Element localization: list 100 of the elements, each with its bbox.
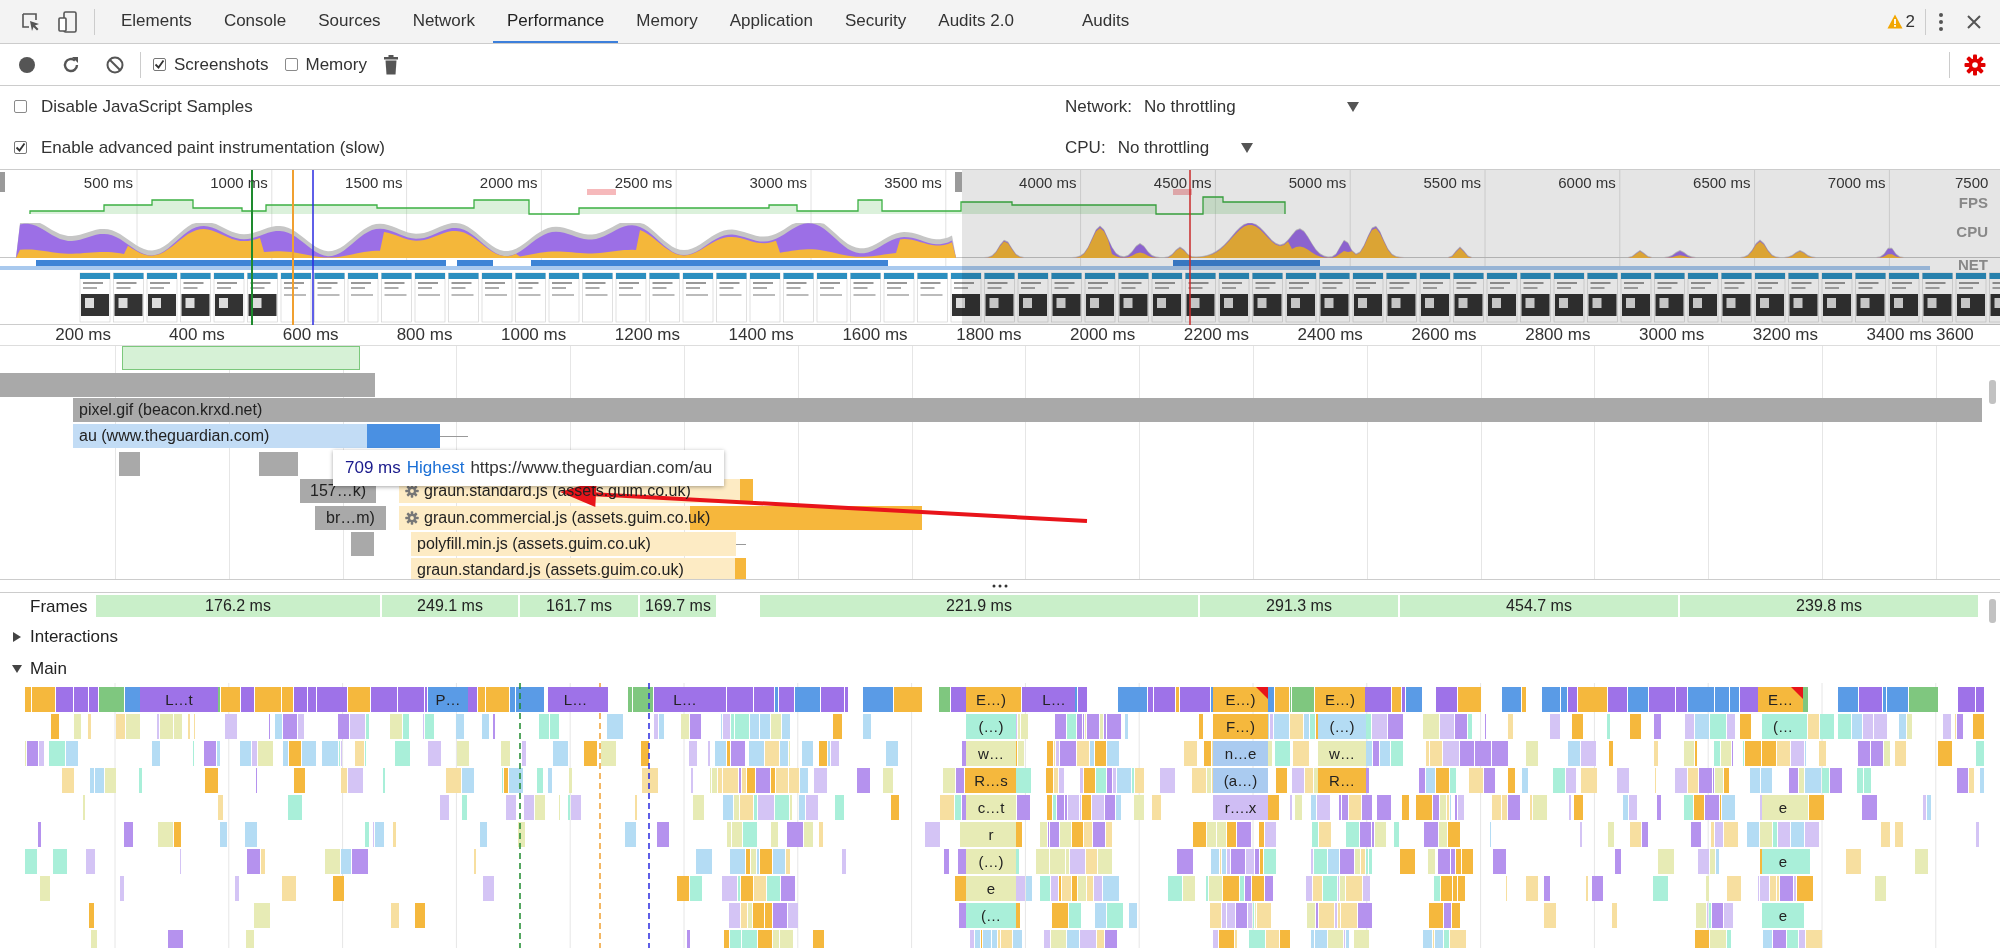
window-handle[interactable] <box>955 172 962 192</box>
checkbox[interactable] <box>153 58 166 71</box>
flame-chart-event[interactable]: E…) <box>1315 687 1365 712</box>
request-bar[interactable]: polyfill.min.js (assets.guim.co.uk) <box>411 532 736 556</box>
panel-tab[interactable]: Elements <box>107 0 206 43</box>
splitter-handle-icon[interactable] <box>992 584 1008 588</box>
tick-label: 4500 ms <box>1152 174 1212 191</box>
tick-label: 3500 ms <box>883 174 942 191</box>
flame-chart-event[interactable]: e <box>966 876 1016 901</box>
tick-label: 1400 ms <box>727 325 794 345</box>
request-bar[interactable]: pixel.gif (beacon.krxd.net) <box>73 398 1982 422</box>
request-bar[interactable]: graun.standard.js (assets.guim.co.uk) <box>411 558 746 579</box>
flame-chart-event[interactable]: w… <box>1318 741 1366 766</box>
flame-chart-event[interactable]: R…s <box>966 768 1016 793</box>
flame-chart-event[interactable]: (…) <box>966 849 1016 874</box>
frame-duration[interactable]: 249.1 ms <box>382 595 518 617</box>
panel-tab[interactable]: Memory <box>622 0 712 43</box>
flame-chart-event[interactable]: r….x <box>1213 795 1268 820</box>
clear-icon[interactable] <box>106 55 124 74</box>
window-handle[interactable] <box>0 172 5 192</box>
panel-tab[interactable]: Application <box>715 0 827 43</box>
tick-label: 2500 ms <box>613 174 673 191</box>
tick-label: 5500 ms <box>1422 174 1481 191</box>
scrollbar-thumb[interactable] <box>1989 599 1996 623</box>
lane-label: NET <box>1958 256 1988 273</box>
more-icon[interactable] <box>1938 11 1944 32</box>
tick-label: 5000 ms <box>1287 174 1347 191</box>
frame-duration[interactable]: 291.3 ms <box>1200 595 1398 617</box>
flame-chart-event[interactable]: R… <box>1318 768 1366 793</box>
panel-tab[interactable]: Audits <box>1067 0 1144 43</box>
trash-icon[interactable] <box>382 54 399 75</box>
tick-label: 6500 ms <box>1692 174 1751 191</box>
frame-duration[interactable]: 161.7 ms <box>520 595 638 617</box>
setting-label: CPU: <box>1065 137 1106 158</box>
flame-chart-event[interactable]: E…) <box>1213 687 1268 712</box>
checkbox[interactable] <box>14 141 27 154</box>
expand-triangle-icon[interactable] <box>12 632 22 642</box>
panel-tab[interactable]: Console <box>209 0 301 43</box>
panel-tab[interactable]: Performance <box>493 0 619 43</box>
frame-duration[interactable]: 221.9 ms <box>760 595 1198 617</box>
panel-tab[interactable]: Security <box>830 0 921 43</box>
track-label: Main <box>30 659 67 679</box>
flame-chart-event[interactable]: n…e <box>1213 741 1268 766</box>
tick-label: 1000 ms <box>500 325 567 345</box>
record-icon[interactable] <box>18 55 36 74</box>
warning-icon <box>1886 14 1903 29</box>
request-bar[interactable]: br…m) <box>315 506 386 530</box>
warnings-button[interactable]: 2 <box>1886 0 1925 43</box>
panel-tab[interactable]: Network <box>398 0 489 43</box>
flame-chart-event[interactable]: (…) <box>1318 714 1366 739</box>
track-label: Interactions <box>30 627 118 647</box>
flame-chart-event[interactable]: e <box>1762 903 1804 928</box>
tooltip-duration: 709 ms <box>345 458 401 478</box>
tick-label: 3000 ms <box>1638 325 1705 345</box>
tick-label: 7500 <box>1955 174 1989 191</box>
frame-drop-marker <box>587 189 616 195</box>
tick-label: 2400 ms <box>1296 325 1363 345</box>
tick-label: 2000 ms <box>1069 325 1136 345</box>
throttling-dropdown[interactable]: No throttling <box>1117 137 1253 158</box>
reload-icon[interactable] <box>62 55 80 74</box>
device-icon[interactable] <box>58 9 78 34</box>
flame-chart-event[interactable]: w… <box>966 741 1016 766</box>
flame-chart-event[interactable]: L… <box>548 687 603 712</box>
close-icon[interactable] <box>1966 13 1982 30</box>
checkbox[interactable] <box>14 100 27 113</box>
flame-chart-event[interactable]: (a…) <box>1213 768 1268 793</box>
flame-chart-event[interactable]: E… <box>1758 687 1803 712</box>
long-task-icon <box>1256 687 1268 699</box>
frame-drop-marker <box>1173 189 1192 195</box>
flame-chart-event[interactable]: P… <box>428 687 468 712</box>
checkbox-label: Screenshots <box>174 54 269 75</box>
lane-label: CPU <box>1956 223 1988 240</box>
frame-duration[interactable]: 239.8 ms <box>1680 595 1978 617</box>
frame-duration[interactable]: 454.7 ms <box>1400 595 1678 617</box>
expand-triangle-icon[interactable] <box>12 664 22 674</box>
checkbox[interactable] <box>284 58 298 71</box>
tick-label: 600 ms <box>281 325 339 345</box>
throttling-dropdown[interactable]: No throttling <box>1144 96 1360 117</box>
settings-icon[interactable] <box>1964 53 1986 76</box>
tick-label: 2600 ms <box>1410 325 1477 345</box>
frame-duration[interactable]: 169.7 ms <box>640 595 716 617</box>
tick-label: 400 ms <box>168 325 225 345</box>
checkbox-label: Memory <box>305 54 367 75</box>
timing-whisker <box>440 436 468 437</box>
setting-label: Network: <box>1065 96 1133 117</box>
flame-chart-event[interactable]: (… <box>966 903 1016 928</box>
panel-tab[interactable]: Sources <box>304 0 395 43</box>
request-bar[interactable]: au (www.theguardian.com) <box>73 424 440 448</box>
scrollbar-thumb[interactable] <box>1989 380 1996 404</box>
tick-label: 500 ms <box>82 174 133 191</box>
frame-duration[interactable]: 176.2 ms <box>96 595 380 617</box>
tooltip-url: https://www.theguardian.com/au <box>470 458 713 478</box>
checkbox-label: Enable advanced paint instrumentation (slow) <box>41 137 385 158</box>
panel-tab[interactable]: Audits 2.0 <box>924 0 1028 43</box>
flame-chart-event[interactable]: L…t <box>140 687 218 712</box>
request-label: graun.standard.js (assets.guim.co.uk) <box>417 561 684 579</box>
flame-chart-event[interactable]: F…) <box>1213 714 1268 739</box>
flame-chart-event[interactable]: c…t <box>966 795 1016 820</box>
tick-label: 4000 ms <box>1018 174 1077 191</box>
gear-icon <box>405 511 419 525</box>
